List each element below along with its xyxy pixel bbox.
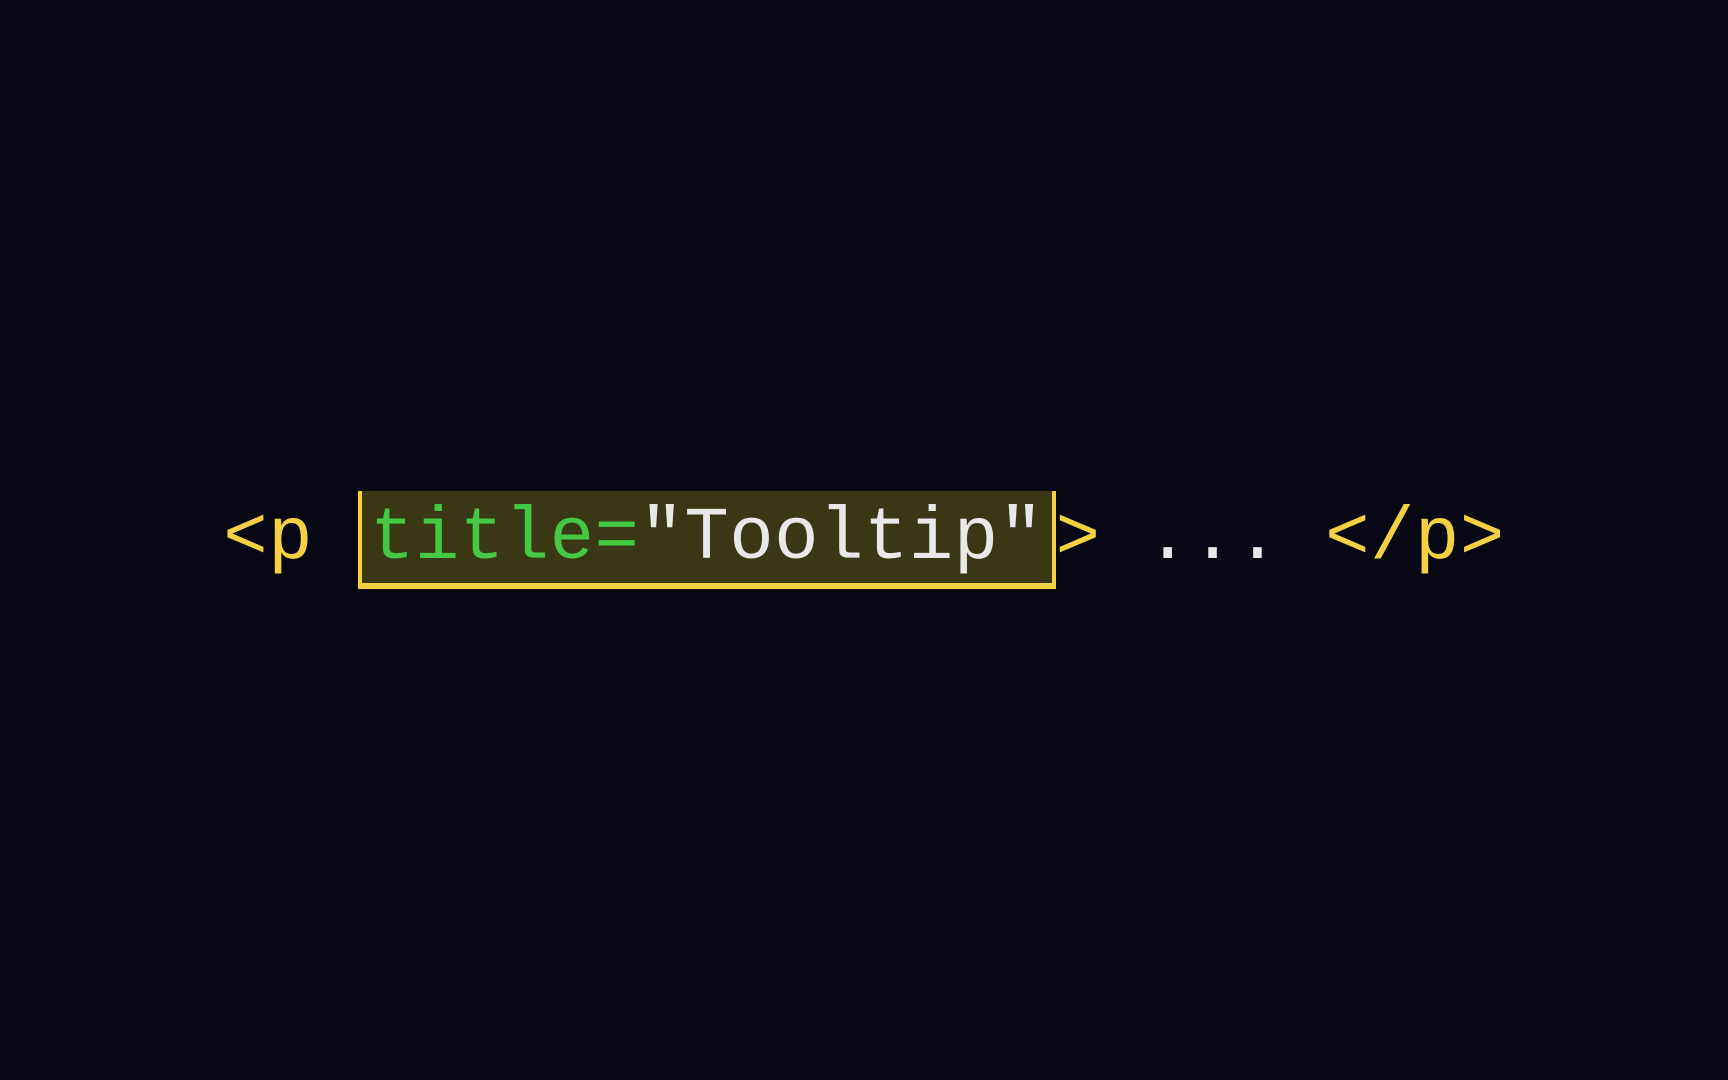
close-tag: </p> <box>1325 497 1505 581</box>
element-content: ... <box>1101 497 1326 581</box>
open-tag-start: <p <box>223 497 358 581</box>
equals-sign: = <box>595 497 640 581</box>
attribute-name: title <box>370 497 595 581</box>
quote-open: " <box>639 497 684 581</box>
open-tag-end: > <box>1056 497 1101 581</box>
code-snippet: <p title="Tooltip"> ... </p> <box>223 491 1505 589</box>
highlighted-attribute: title="Tooltip" <box>358 491 1056 589</box>
attribute-value: Tooltip <box>684 497 998 581</box>
quote-close: " <box>999 497 1044 581</box>
